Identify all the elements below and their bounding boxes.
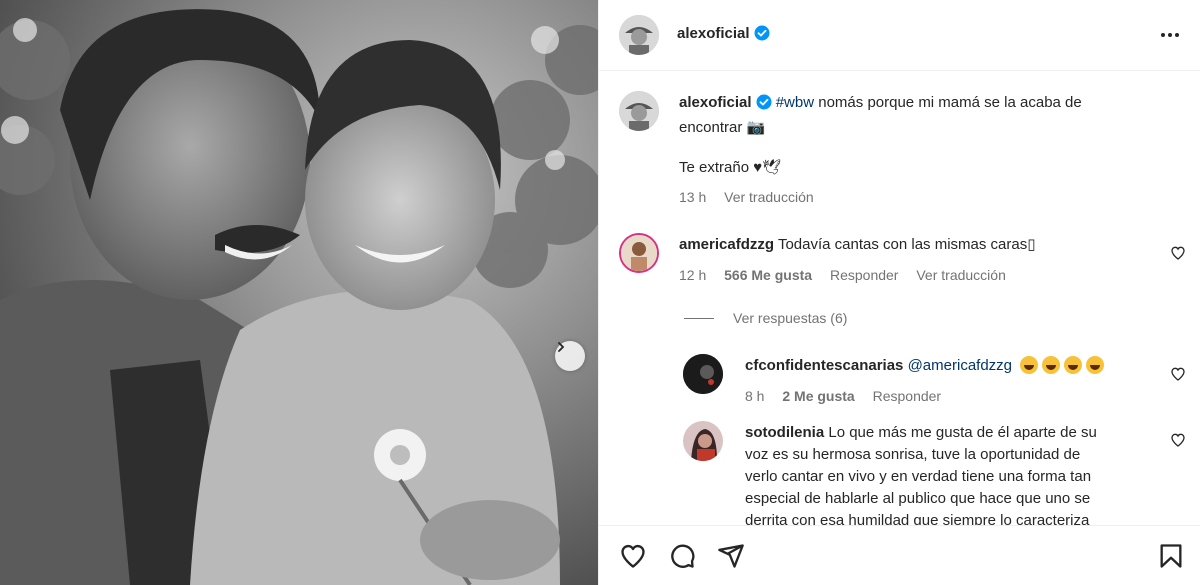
reply-avatar[interactable]	[683, 354, 723, 394]
caption-meta: 13 h Ver traducción	[679, 189, 828, 205]
more-options-button[interactable]	[1159, 24, 1181, 51]
post-details-panel: alexoficial alexoficial #wbw nomás porqu…	[598, 0, 1200, 585]
comment-avatar[interactable]	[619, 233, 659, 273]
replies-divider	[684, 318, 714, 319]
comment-time[interactable]: 12 h	[679, 267, 706, 283]
more-options-icon	[1161, 33, 1179, 37]
post-action-bar	[599, 525, 1200, 585]
caption-text-line2: encontrar 📷	[679, 119, 766, 136]
reply-username[interactable]: sotodilenia	[745, 424, 824, 441]
reply-text-line: especial de hablarle al publico que hace…	[745, 490, 1091, 507]
grin-emoji-icon	[1042, 356, 1061, 374]
comment-reply-link[interactable]: Responder	[830, 267, 899, 283]
reply-username[interactable]: cfconfidentescanarias	[745, 357, 903, 374]
verified-badge-icon	[756, 94, 772, 117]
post-header: alexoficial	[599, 0, 1200, 71]
reply-avatar[interactable]	[683, 421, 723, 461]
grin-emoji-icon	[1086, 356, 1105, 374]
reply-meta: 8 h 2 Me gusta Responder	[745, 388, 955, 404]
caption-text-line1: nomás porque mi mamá se la acaba de	[818, 94, 1082, 111]
reply-time[interactable]: 8 h	[745, 388, 764, 404]
comment-translate-link[interactable]: Ver traducción	[916, 267, 1006, 283]
reply-mention[interactable]: @americafdzzg	[908, 357, 1012, 374]
comment-icon[interactable]	[668, 542, 696, 570]
photo-illustration	[0, 0, 598, 585]
caption-hashtag[interactable]: #wbw	[776, 94, 814, 111]
avatar-image	[619, 15, 659, 55]
grin-emoji-icon	[1020, 356, 1039, 374]
author-username[interactable]: alexoficial	[677, 25, 750, 42]
verified-badge-icon	[754, 25, 770, 46]
caption-time[interactable]: 13 h	[679, 189, 706, 205]
comment-text: Todavía cantas con las mismas caras▯	[777, 236, 1036, 253]
comment-username[interactable]: americafdzzg	[679, 236, 774, 253]
view-replies-link[interactable]: Ver respuestas (6)	[733, 310, 847, 326]
bookmark-icon[interactable]	[1157, 542, 1185, 570]
grin-emoji-icon	[1064, 356, 1083, 374]
avatar-image	[683, 354, 723, 394]
avatar-image	[621, 235, 657, 271]
reply-text-line: voz es su hermosa sonrisa, tuve la oport…	[745, 446, 1081, 463]
caption-translate-link[interactable]: Ver traducción	[724, 189, 814, 205]
post-caption: alexoficial #wbw nomás porque mi mamá se…	[679, 92, 1179, 139]
reply-body: sotodilenia Lo que más me gusta de él ap…	[745, 422, 1145, 532]
reply-reply-link[interactable]: Responder	[873, 388, 942, 404]
comment-likes[interactable]: 566 Me gusta	[724, 267, 812, 283]
reply-text-line: verlo cantar en vivo y en verdad tiene u…	[745, 468, 1092, 485]
reply-like-heart-icon[interactable]	[1170, 366, 1186, 382]
chevron-right-icon	[558, 342, 565, 352]
next-photo-button[interactable]	[555, 341, 585, 371]
avatar-image	[619, 91, 659, 131]
reply-likes[interactable]: 2 Me gusta	[782, 388, 854, 404]
author-avatar[interactable]	[619, 15, 659, 55]
comment-like-heart-icon[interactable]	[1170, 245, 1186, 261]
comment-body: americafdzzg Todavía cantas con las mism…	[679, 234, 1159, 256]
reply-like-heart-icon[interactable]	[1170, 432, 1186, 448]
caption-text-line3: Te extraño ♥🕊	[679, 159, 782, 176]
share-icon[interactable]	[717, 542, 745, 570]
caption-author-avatar[interactable]	[619, 91, 659, 131]
heart-icon[interactable]	[619, 542, 647, 570]
reply-text-line: Lo que más me gusta de él aparte de su	[828, 424, 1097, 441]
avatar-image	[683, 421, 723, 461]
post-photo[interactable]	[0, 0, 598, 585]
comment-meta: 12 h 566 Me gusta Responder Ver traducci…	[679, 267, 1020, 283]
reply-body: cfconfidentescanarias @americafdzzg	[745, 355, 1165, 377]
caption-username[interactable]: alexoficial	[679, 94, 752, 111]
